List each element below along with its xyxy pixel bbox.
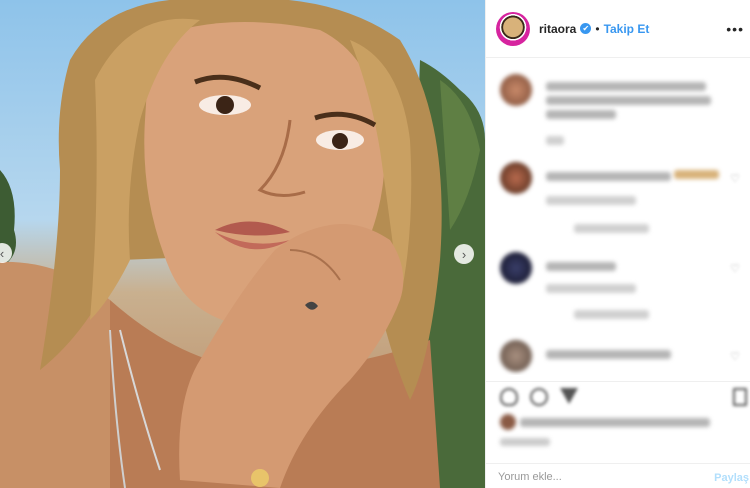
post-comment-button[interactable]: Paylaş (714, 472, 749, 484)
verified-badge-icon: ✔ (580, 23, 592, 34)
list-item: ♡ (494, 340, 744, 375)
avatar (500, 414, 516, 430)
avatar[interactable] (500, 74, 532, 106)
likes-summary (496, 413, 736, 433)
comments-list: ♡ ♡ ♡ (486, 60, 750, 375)
more-options-icon[interactable]: ••• (726, 21, 744, 37)
post-modal: ‹ › ritaora ✔ • Takip Et ••• ♡ ♡ ♡ Yorum… (0, 0, 750, 488)
follow-button[interactable]: Takip Et (604, 22, 650, 36)
blurred-comment-text (546, 82, 706, 91)
heart-icon[interactable]: ♡ (730, 350, 740, 363)
share-icon[interactable] (560, 388, 578, 404)
blurred-timestamp (546, 136, 564, 145)
chevron-left-icon: ‹ (0, 245, 5, 261)
heart-icon[interactable]: ♡ (730, 172, 740, 185)
avatar[interactable] (500, 252, 532, 284)
next-photo-button[interactable]: › (454, 244, 474, 264)
blurred-comment-text (546, 350, 671, 359)
chevron-right-icon: › (461, 246, 467, 262)
list-item: ♡ (494, 252, 744, 327)
post-header: ritaora ✔ • Takip Et ••• (486, 0, 750, 58)
blurred-comment-text (546, 262, 616, 271)
blurred-post-time (500, 438, 550, 446)
username-link[interactable]: ritaora (539, 22, 576, 36)
blurred-meta (546, 196, 636, 205)
avatar[interactable] (496, 11, 530, 46)
avatar[interactable] (500, 340, 532, 372)
comment-input[interactable] (498, 471, 678, 483)
action-bar (486, 381, 750, 411)
blurred-comment-text (546, 110, 616, 119)
list-item (494, 74, 744, 154)
blurred-comment-text (546, 96, 711, 105)
comment-form: Paylaş (486, 463, 750, 488)
separator-dot: • (595, 21, 600, 36)
blurred-likes-text (520, 418, 710, 427)
heart-icon[interactable]: ♡ (730, 262, 740, 275)
post-sidebar: ritaora ✔ • Takip Et ••• ♡ ♡ ♡ Yorum ekl… (485, 0, 750, 488)
blurred-replies (574, 224, 649, 233)
list-item: ♡ (494, 162, 744, 242)
comment-icon[interactable] (530, 388, 548, 406)
blurred-emoji (674, 170, 719, 179)
blurred-comment-text (546, 172, 671, 181)
post-photo[interactable]: ‹ › (0, 0, 485, 488)
blurred-replies (574, 310, 649, 319)
bookmark-icon[interactable] (733, 388, 747, 406)
photo-illustration (0, 0, 485, 488)
blurred-meta (546, 284, 636, 293)
heart-icon[interactable] (500, 388, 518, 406)
avatar[interactable] (500, 162, 532, 194)
